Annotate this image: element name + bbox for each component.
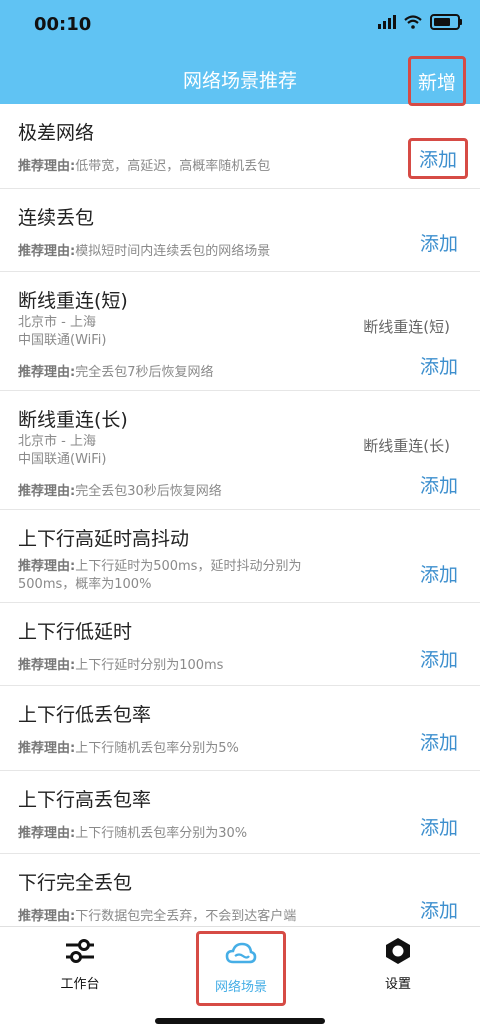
status-icons (378, 14, 462, 30)
item-title: 极差网络 (18, 122, 95, 144)
list-item: 极差网络 推荐理由:低带宽，高延迟，高概率随机丢包 添加 (0, 104, 480, 189)
tab-network-scenes[interactable]: 网络场景 (196, 931, 286, 1006)
list-item: 上下行低丢包率 推荐理由:上下行随机丢包率分别为5% 添加 (0, 686, 480, 771)
list-item: 上下行高丢包率 推荐理由:上下行随机丢包率分别为30% 添加 (0, 771, 480, 854)
scenario-tag: 断线重连(短) (363, 318, 450, 336)
add-button[interactable]: 添加 (420, 728, 458, 755)
battery-icon (430, 14, 462, 30)
list-item: 连续丢包 推荐理由:模拟短时间内连续丢包的网络场景 添加 (0, 189, 480, 272)
add-button[interactable]: 添加 (420, 645, 458, 672)
item-reason: 推荐理由:上下行延时分别为100ms (18, 658, 224, 673)
tab-workbench[interactable]: 工作台 (30, 937, 130, 992)
add-button[interactable]: 添加 (420, 560, 458, 587)
item-title: 断线重连(短) (18, 290, 128, 312)
scenario-tag: 断线重连(长) (363, 437, 450, 455)
add-button[interactable]: 添加 (407, 138, 468, 179)
add-button[interactable]: 添加 (420, 896, 458, 923)
add-button[interactable]: 添加 (420, 471, 458, 498)
item-carrier: 中国联通(WiFi) (18, 333, 107, 348)
list-item: 断线重连(长) 北京市 - 上海 中国联通(WiFi) 断线重连(长) 推荐理由… (0, 391, 480, 510)
signal-icon (378, 15, 396, 29)
home-indicator (155, 1018, 325, 1024)
item-title: 下行完全丢包 (18, 872, 133, 894)
tab-bar: 工作台 网络场景 设置 (0, 926, 480, 1032)
cloud-icon (225, 942, 257, 964)
tab-label: 工作台 (60, 977, 100, 992)
item-title: 断线重连(长) (18, 409, 128, 431)
add-button[interactable]: 添加 (420, 352, 458, 379)
scenario-list: 极差网络 推荐理由:低带宽，高延迟，高概率随机丢包 添加 连续丢包 推荐理由:模… (0, 104, 480, 926)
item-reason: 推荐理由:完全丢包30秒后恢复网络 (18, 484, 222, 499)
gear-icon (386, 938, 410, 964)
item-reason: 推荐理由:低带宽，高延迟，高概率随机丢包 (18, 159, 271, 174)
item-title: 上下行低延时 (18, 621, 133, 643)
tab-label: 设置 (384, 977, 411, 992)
tab-settings[interactable]: 设置 (348, 937, 448, 992)
add-button[interactable]: 添加 (420, 229, 458, 256)
add-new-button[interactable]: 新增 (408, 56, 466, 106)
add-button[interactable]: 添加 (420, 813, 458, 840)
item-title: 上下行低丢包率 (18, 704, 152, 726)
list-item: 断线重连(短) 北京市 - 上海 中国联通(WiFi) 断线重连(短) 推荐理由… (0, 272, 480, 391)
nav-header: 00:10 网络场景推荐 新增 (0, 0, 480, 106)
item-carrier: 中国联通(WiFi) (18, 452, 107, 467)
list-item: 上下行低延时 推荐理由:上下行延时分别为100ms 添加 (0, 603, 480, 686)
list-item: 上下行高延时高抖动 推荐理由:上下行延时为500ms，延时抖动分别为500ms，… (0, 510, 480, 603)
item-reason: 推荐理由:完全丢包7秒后恢复网络 (18, 365, 214, 380)
item-location: 北京市 - 上海 (18, 315, 96, 330)
sliders-icon (66, 939, 94, 963)
item-title: 上下行高丢包率 (18, 789, 152, 811)
item-title: 连续丢包 (18, 207, 95, 229)
item-reason: 推荐理由:上下行随机丢包率分别为30% (18, 826, 248, 841)
status-time: 00:10 (34, 14, 92, 35)
item-reason: 推荐理由:上下行延时为500ms，延时抖动分别为500ms，概率为100% (18, 559, 302, 592)
wifi-icon (404, 15, 422, 29)
item-reason: 推荐理由:模拟短时间内连续丢包的网络场景 (18, 244, 271, 259)
item-reason: 推荐理由:上下行随机丢包率分别为5% (18, 741, 239, 756)
item-reason: 推荐理由:下行数据包完全丢弃，不会到达客户端 (18, 909, 297, 924)
item-location: 北京市 - 上海 (18, 434, 96, 449)
item-title: 上下行高延时高抖动 (18, 528, 190, 550)
list-item: 下行完全丢包 推荐理由:下行数据包完全丢弃，不会到达客户端 添加 (0, 854, 480, 926)
tab-label: 网络场景 (214, 980, 267, 995)
